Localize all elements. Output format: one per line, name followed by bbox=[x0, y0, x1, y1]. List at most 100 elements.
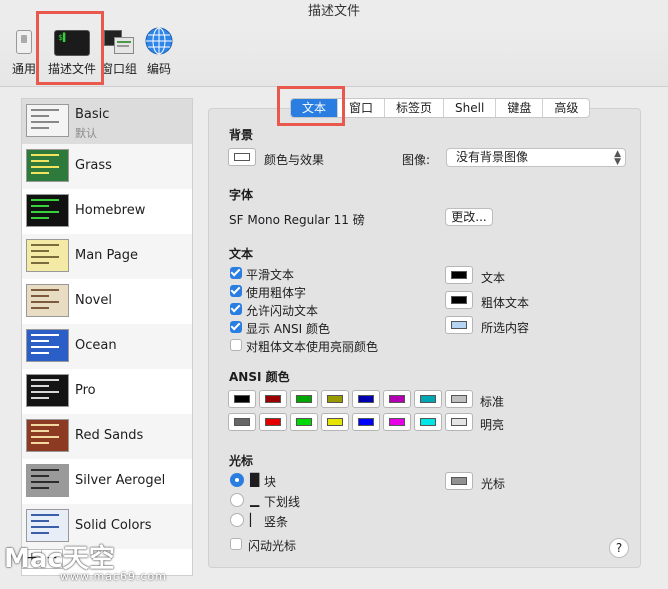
cursor-style-radio[interactable] bbox=[230, 493, 244, 507]
profile-name: Silver Aerogel bbox=[75, 473, 166, 488]
text-color-swatch[interactable] bbox=[445, 316, 473, 334]
profile-name: Basic bbox=[75, 107, 110, 122]
cursor-glyph-icon: █ bbox=[250, 473, 260, 487]
profile-name: Homebrew bbox=[75, 203, 146, 218]
profile-default-label: 默认 bbox=[75, 127, 97, 140]
cursor-color-swatch[interactable] bbox=[445, 472, 473, 490]
text-option-checkbox[interactable] bbox=[230, 267, 242, 279]
tab-1[interactable]: 窗口 bbox=[338, 99, 386, 117]
tab-3[interactable]: Shell bbox=[444, 99, 497, 117]
text-option-checkbox[interactable] bbox=[230, 303, 242, 315]
ansi-bright-swatch[interactable] bbox=[352, 413, 380, 431]
blink-cursor-checkbox[interactable] bbox=[230, 538, 242, 550]
text-option-checkbox[interactable] bbox=[230, 339, 242, 351]
help-button[interactable]: ? bbox=[609, 538, 629, 558]
background-color-swatch[interactable] bbox=[228, 148, 256, 166]
profile-thumbnail bbox=[26, 419, 69, 452]
profile-thumbnail bbox=[26, 194, 69, 227]
globe-icon bbox=[145, 27, 173, 55]
text-option-label: 对粗体文本使用亮丽颜色 bbox=[246, 340, 379, 354]
color-effect-label: 颜色与效果 bbox=[264, 153, 325, 167]
ansi-bright-swatch[interactable] bbox=[228, 413, 256, 431]
profile-item[interactable]: Red Sands bbox=[22, 414, 192, 459]
text-color-label: 粗体文本 bbox=[481, 296, 530, 310]
ansi-bright-swatch[interactable] bbox=[290, 413, 318, 431]
tab-5[interactable]: 高级 bbox=[543, 99, 589, 117]
ansi-bright-swatch[interactable] bbox=[445, 413, 473, 431]
ansi-normal-swatch[interactable] bbox=[352, 390, 380, 408]
text-color-swatch[interactable] bbox=[445, 266, 473, 284]
profile-name: Novel bbox=[75, 293, 112, 308]
profile-thumbnail bbox=[26, 374, 69, 407]
background-heading: 背景 bbox=[229, 128, 254, 142]
profile-item[interactable]: Homebrew bbox=[22, 189, 192, 234]
toolbar-window-groups-label: 窗口组 bbox=[100, 62, 137, 76]
cursor-heading: 光标 bbox=[229, 454, 254, 468]
cursor-color-label: 光标 bbox=[481, 477, 506, 491]
profile-item[interactable]: Man Page bbox=[22, 234, 192, 279]
ansi-normal-swatch[interactable] bbox=[228, 390, 256, 408]
profiles-list[interactable]: Basic 默认 Grass Homebrew Man Page Novel Ocean Pr… bbox=[21, 98, 193, 576]
profile-item[interactable]: Pro bbox=[22, 369, 192, 414]
profile-name: Grass bbox=[75, 158, 112, 173]
cursor-style-label: 块 bbox=[264, 475, 277, 489]
ansi-normal-swatch[interactable] bbox=[383, 390, 411, 408]
profile-thumbnail bbox=[26, 284, 69, 317]
cursor-glyph-icon: ▏ bbox=[250, 513, 260, 527]
profile-name: Ocean bbox=[75, 338, 117, 353]
ansi-bright-swatch[interactable] bbox=[414, 413, 442, 431]
profile-thumbnail bbox=[26, 104, 69, 137]
text-option-label: 平滑文本 bbox=[246, 268, 295, 282]
profile-item[interactable]: Novel bbox=[22, 279, 192, 324]
image-label: 图像: bbox=[402, 153, 431, 167]
profile-name: Pro bbox=[75, 383, 96, 398]
background-image-select[interactable]: 没有背景图像 ▲ ▼ bbox=[446, 148, 626, 167]
cursor-style-label: 竖条 bbox=[264, 515, 289, 529]
ansi-normal-label: 标准 bbox=[480, 395, 505, 409]
profiles-highlight bbox=[36, 11, 104, 85]
profile-thumbnail bbox=[26, 149, 69, 182]
profile-item[interactable]: Ocean bbox=[22, 324, 192, 369]
switch-icon bbox=[16, 30, 32, 54]
profile-thumbnail bbox=[26, 239, 69, 272]
chevron-updown-icon: ▲ ▼ bbox=[614, 149, 621, 167]
cursor-style-radio[interactable] bbox=[230, 473, 244, 487]
ansi-normal-swatch[interactable] bbox=[414, 390, 442, 408]
ansi-normal-swatch[interactable] bbox=[259, 390, 287, 408]
toolbar-encoding-label: 编码 bbox=[146, 62, 171, 76]
toolbar-window-groups[interactable]: 窗口组 bbox=[100, 24, 138, 86]
profile-name: Man Page bbox=[75, 248, 139, 263]
text-color-label: 文本 bbox=[481, 271, 506, 285]
profile-item[interactable]: Basic 默认 bbox=[22, 99, 192, 144]
profile-thumbnail bbox=[26, 329, 69, 362]
window-groups-icon bbox=[104, 30, 134, 54]
cursor-style-radio[interactable] bbox=[230, 513, 244, 527]
profile-name: Solid Colors bbox=[75, 518, 152, 533]
cursor-glyph-icon: ▁ bbox=[250, 493, 260, 507]
ansi-bright-label: 明亮 bbox=[480, 418, 505, 432]
text-option-label: 显示 ANSI 颜色 bbox=[246, 322, 330, 336]
text-option-label: 使用粗体字 bbox=[246, 286, 307, 300]
text-heading: 文本 bbox=[229, 247, 254, 261]
ansi-bright-swatch[interactable] bbox=[259, 413, 287, 431]
profile-item[interactable]: Grass bbox=[22, 144, 192, 189]
profile-thumbnail bbox=[26, 464, 69, 497]
text-color-swatch[interactable] bbox=[445, 291, 473, 309]
ansi-normal-swatch[interactable] bbox=[321, 390, 349, 408]
text-option-checkbox[interactable] bbox=[230, 321, 242, 333]
ansi-normal-swatch[interactable] bbox=[445, 390, 473, 408]
text-option-checkbox[interactable] bbox=[230, 285, 242, 297]
font-heading: 字体 bbox=[229, 188, 254, 202]
ansi-heading: ANSI 颜色 bbox=[229, 370, 290, 384]
profile-name: Red Sands bbox=[75, 428, 144, 443]
profile-item[interactable]: Silver Aerogel bbox=[22, 459, 192, 504]
change-font-button[interactable]: 更改... bbox=[445, 208, 493, 226]
ansi-bright-swatch[interactable] bbox=[321, 413, 349, 431]
toolbar-encoding[interactable]: 编码 bbox=[142, 24, 176, 86]
text-option-label: 允许闪动文本 bbox=[246, 304, 319, 318]
tab-4[interactable]: 键盘 bbox=[496, 99, 544, 117]
ansi-bright-swatch[interactable] bbox=[383, 413, 411, 431]
ansi-normal-swatch[interactable] bbox=[290, 390, 318, 408]
background-image-value: 没有背景图像 bbox=[456, 150, 529, 164]
tab-2[interactable]: 标签页 bbox=[385, 99, 445, 117]
